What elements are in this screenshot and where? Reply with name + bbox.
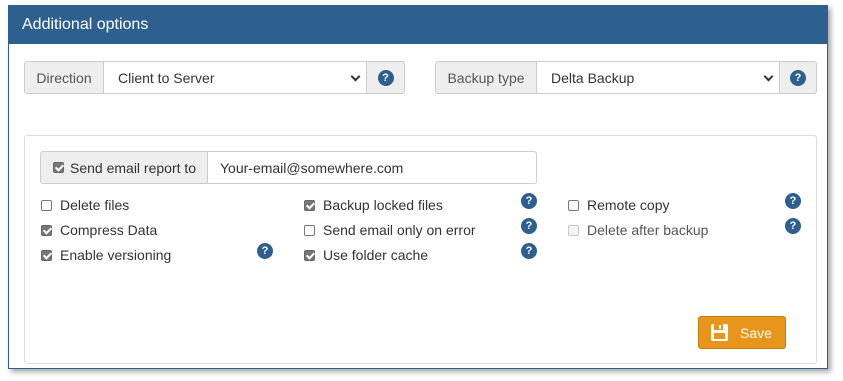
additional-options-panel: Additional options Direction Client to S…	[8, 5, 828, 369]
email-field-value: Your-email@somewhere.com	[220, 159, 404, 176]
delete-files-checkbox[interactable]	[41, 199, 52, 211]
backup-type-group: Backup type Delta Backup ?	[435, 61, 817, 94]
send-email-only-on-error-checkbox[interactable]	[304, 224, 315, 236]
delete-files-option[interactable]: Delete files	[41, 195, 129, 215]
folder-cache-help-icon[interactable]: ?	[521, 243, 537, 259]
delete-after-backup-label: Delete after backup	[587, 222, 709, 238]
email-report-group: Send email report to Your-email@somewher…	[40, 151, 537, 184]
delete-after-backup-checkbox	[568, 224, 579, 236]
direction-select-value: Client to Server	[118, 69, 215, 86]
backup-type-label: Backup type	[435, 61, 537, 94]
question-circle-icon: ?	[377, 69, 394, 86]
direction-label: Direction	[24, 61, 104, 94]
email-report-label: Send email report to	[70, 159, 197, 176]
email-field[interactable]: Your-email@somewhere.com	[208, 151, 537, 184]
question-circle-icon: ?	[790, 69, 806, 86]
remote-copy-help-icon[interactable]: ?	[785, 193, 801, 209]
remote-copy-checkbox[interactable]	[568, 199, 579, 211]
enable-versioning-label: Enable versioning	[60, 247, 172, 263]
backup-type-select-value: Delta Backup	[551, 69, 635, 86]
save-label: Save	[740, 324, 772, 341]
direction-help-button[interactable]: ?	[366, 61, 405, 94]
send-email-only-on-error-label: Send email only on error	[323, 222, 476, 238]
email-report-checkbox[interactable]	[53, 162, 64, 173]
options-box: Send email report to Your-email@somewher…	[24, 135, 817, 364]
chevron-down-icon	[350, 71, 361, 82]
delete-after-backup-help-icon[interactable]: ?	[785, 218, 801, 234]
enable-versioning-option[interactable]: Enable versioning	[41, 245, 171, 265]
backup-locked-files-option[interactable]: Backup locked files	[304, 195, 443, 215]
floppy-disk-icon	[711, 324, 728, 341]
delete-after-backup-option: Delete after backup	[568, 220, 708, 240]
chevron-down-icon	[763, 71, 774, 82]
locked-files-help-icon[interactable]: ?	[521, 193, 537, 209]
email-report-addon[interactable]: Send email report to	[40, 151, 208, 184]
versioning-help-icon[interactable]: ?	[257, 243, 273, 259]
backup-type-help-button[interactable]: ?	[779, 61, 817, 94]
enable-versioning-checkbox[interactable]	[41, 249, 52, 261]
use-folder-cache-option[interactable]: Use folder cache	[304, 245, 428, 265]
remote-copy-label: Remote copy	[587, 197, 670, 213]
remote-copy-option[interactable]: Remote copy	[568, 195, 669, 215]
send-email-only-on-error-option[interactable]: Send email only on error	[304, 220, 476, 240]
backup-locked-files-label: Backup locked files	[323, 197, 443, 213]
backup-locked-files-checkbox[interactable]	[304, 199, 315, 211]
compress-data-checkbox[interactable]	[41, 224, 52, 236]
compress-data-option[interactable]: Compress Data	[41, 220, 157, 240]
direction-select[interactable]: Client to Server	[104, 61, 366, 94]
use-folder-cache-checkbox[interactable]	[304, 249, 315, 261]
direction-group: Direction Client to Server ?	[24, 61, 405, 94]
backup-type-select[interactable]: Delta Backup	[537, 61, 779, 94]
delete-files-label: Delete files	[60, 197, 130, 213]
compress-data-label: Compress Data	[60, 222, 158, 238]
email-error-help-icon[interactable]: ?	[521, 218, 537, 234]
use-folder-cache-label: Use folder cache	[323, 247, 429, 263]
panel-title: Additional options	[9, 6, 827, 44]
save-button[interactable]: Save	[698, 316, 786, 349]
